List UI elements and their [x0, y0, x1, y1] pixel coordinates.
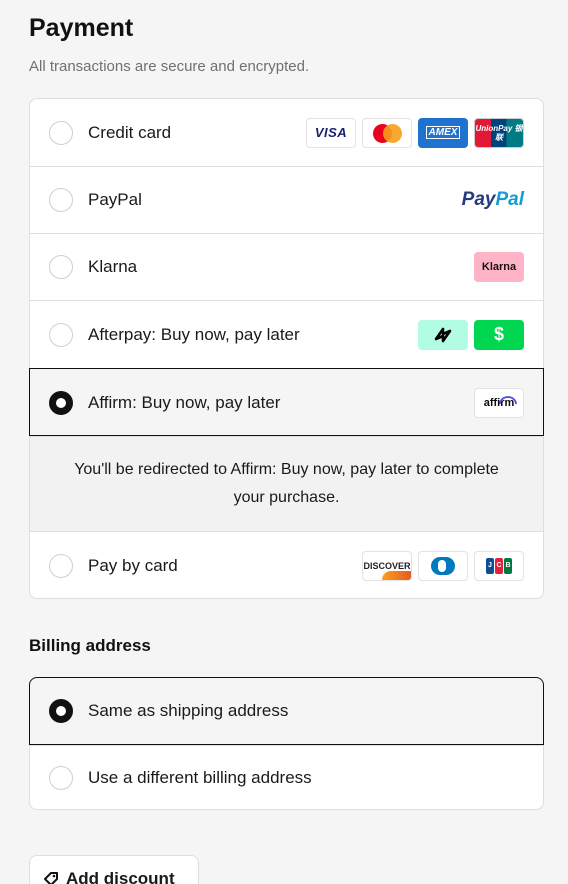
- payment-option-pay-by-card[interactable]: Pay by card DISCOVER J C B: [30, 531, 543, 599]
- radio-button[interactable]: [49, 255, 73, 279]
- radio-button[interactable]: [49, 322, 73, 347]
- option-label: Use a different billing address: [88, 768, 312, 787]
- option-label: PayPal: [88, 190, 142, 209]
- diners-club-icon: [418, 550, 468, 581]
- visa-icon: VISA: [306, 117, 356, 148]
- add-discount-label: Add discount: [66, 869, 175, 884]
- card-logos: VISA AMEX UnionPay 银联: [306, 117, 524, 148]
- payment-option-credit-card[interactable]: Credit card VISA AMEX UnionPay 银联: [30, 99, 543, 166]
- card-logos: DISCOVER J C B: [362, 550, 524, 581]
- paypal-logo: PayPal: [462, 189, 524, 211]
- radio-button-checked[interactable]: [49, 699, 73, 723]
- radio-button[interactable]: [49, 188, 73, 212]
- afterpay-logos: $: [418, 319, 524, 350]
- paypal-icon: PayPal: [461, 189, 524, 210]
- klarna-logo: Klarna: [474, 252, 524, 282]
- option-label: Same as shipping address: [88, 701, 289, 720]
- option-label: Credit card: [88, 122, 172, 142]
- option-label: Klarna: [88, 257, 138, 276]
- affirm-redirect-message: You'll be redirected to Affirm: Buy now,…: [30, 436, 543, 531]
- tag-icon: [44, 872, 58, 884]
- payment-option-paypal[interactable]: PayPal PayPal: [30, 166, 543, 233]
- mastercard-icon: [362, 117, 412, 148]
- discover-icon: DISCOVER: [362, 550, 412, 581]
- option-label: Affirm: Buy now, pay later: [88, 392, 281, 412]
- payment-option-afterpay[interactable]: Afterpay: Buy now, pay later $: [30, 300, 543, 368]
- add-discount-button[interactable]: Add discount: [29, 855, 199, 884]
- afterpay-icon: [418, 319, 468, 350]
- affirm-logo: affirm: [474, 387, 524, 418]
- billing-title: Billing address: [29, 636, 151, 655]
- payment-option-klarna[interactable]: Klarna Klarna: [30, 233, 543, 300]
- cash-app-icon: $: [474, 319, 524, 350]
- radio-button[interactable]: [49, 766, 73, 790]
- payment-option-affirm[interactable]: Affirm: Buy now, pay later affirm: [30, 368, 543, 436]
- billing-option-different-address[interactable]: Use a different billing address: [30, 745, 543, 810]
- payment-title: Payment: [29, 14, 134, 42]
- payment-options: Credit card VISA AMEX UnionPay 银联 PayPal…: [29, 98, 544, 599]
- radio-button-checked[interactable]: [49, 390, 73, 415]
- amex-icon: AMEX: [418, 117, 468, 148]
- unionpay-icon: UnionPay 银联: [474, 117, 524, 148]
- option-label: Afterpay: Buy now, pay later: [88, 324, 300, 344]
- klarna-icon: Klarna: [474, 252, 524, 282]
- option-label: Pay by card: [88, 555, 178, 575]
- radio-button[interactable]: [49, 553, 73, 578]
- payment-subtitle: All transactions are secure and encrypte…: [29, 58, 310, 75]
- billing-options: Same as shipping address Use a different…: [29, 677, 544, 810]
- radio-button[interactable]: [49, 120, 73, 145]
- jcb-icon: J C B: [474, 550, 524, 581]
- billing-option-same-as-shipping[interactable]: Same as shipping address: [29, 677, 544, 745]
- affirm-icon: affirm: [474, 387, 524, 418]
